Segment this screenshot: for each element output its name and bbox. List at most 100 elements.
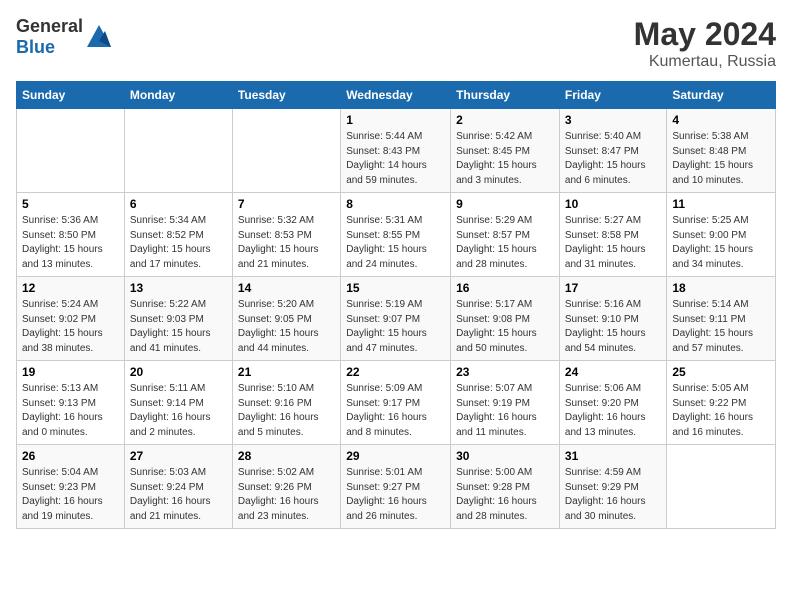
day-info: Sunrise: 5:24 AMSunset: 9:02 PMDaylight:…: [22, 298, 119, 356]
day-number: 25: [672, 365, 770, 379]
week-row-5: 26 Sunrise: 5:04 AMSunset: 9:23 PMDayligh…: [17, 445, 776, 529]
day-info: Sunrise: 5:42 AMSunset: 8:45 PMDaylight:…: [456, 130, 554, 188]
day-info: Sunrise: 5:14 AMSunset: 9:11 PMDaylight:…: [672, 298, 770, 356]
day-info: Sunrise: 5:13 AMSunset: 9:13 PMDaylight:…: [22, 382, 119, 440]
header-day-thursday: Thursday: [451, 82, 560, 109]
calendar-cell: 14 Sunrise: 5:20 AMSunset: 9:05 PMDayligh…: [232, 277, 340, 361]
day-info: Sunrise: 5:20 AMSunset: 9:05 PMDaylight:…: [238, 298, 335, 356]
header-day-saturday: Saturday: [667, 82, 776, 109]
calendar-cell: 1 Sunrise: 5:44 AMSunset: 8:43 PMDaylight…: [341, 109, 451, 193]
day-info: Sunrise: 5:29 AMSunset: 8:57 PMDaylight:…: [456, 214, 554, 272]
calendar-cell: 22Sunrise: 5:09 AMSunset: 9:17 PMDayligh…: [341, 361, 451, 445]
day-number: 13: [130, 281, 227, 295]
calendar-header: SundayMondayTuesdayWednesdayThursdayFrid…: [17, 82, 776, 109]
calendar-cell: 9 Sunrise: 5:29 AMSunset: 8:57 PMDaylight…: [451, 193, 560, 277]
calendar-cell: [232, 109, 340, 193]
calendar-cell: 13 Sunrise: 5:22 AMSunset: 9:03 PMDayligh…: [124, 277, 232, 361]
day-info: Sunrise: 5:11 AMSunset: 9:14 PMDaylight:…: [130, 382, 227, 440]
day-number: 26: [22, 449, 119, 463]
header-day-tuesday: Tuesday: [232, 82, 340, 109]
day-number: 9: [456, 197, 554, 211]
calendar-table: SundayMondayTuesdayWednesdayThursdayFrid…: [16, 81, 776, 529]
calendar-cell: 2 Sunrise: 5:42 AMSunset: 8:45 PMDaylight…: [451, 109, 560, 193]
day-info: Sunrise: 5:06 AMSunset: 9:20 PMDaylight:…: [565, 382, 661, 440]
day-info: Sunrise: 5:04 AMSunset: 9:23 PMDaylight:…: [22, 466, 119, 524]
day-info: Sunrise: 5:00 AMSunset: 9:28 PMDaylight:…: [456, 466, 554, 524]
day-number: 23: [456, 365, 554, 379]
day-number: 7: [238, 197, 335, 211]
calendar-cell: 12 Sunrise: 5:24 AMSunset: 9:02 PMDayligh…: [17, 277, 125, 361]
header-day-wednesday: Wednesday: [341, 82, 451, 109]
day-number: 1: [346, 113, 445, 127]
day-number: 29: [346, 449, 445, 463]
day-number: 16: [456, 281, 554, 295]
day-info: Sunrise: 5:31 AMSunset: 8:55 PMDaylight:…: [346, 214, 445, 272]
calendar-cell: 20Sunrise: 5:11 AMSunset: 9:14 PMDayligh…: [124, 361, 232, 445]
day-info: Sunrise: 5:34 AMSunset: 8:52 PMDaylight:…: [130, 214, 227, 272]
calendar-cell: 18 Sunrise: 5:14 AMSunset: 9:11 PMDayligh…: [667, 277, 776, 361]
day-number: 28: [238, 449, 335, 463]
day-number: 17: [565, 281, 661, 295]
day-number: 10: [565, 197, 661, 211]
calendar-cell: 28Sunrise: 5:02 AMSunset: 9:26 PMDayligh…: [232, 445, 340, 529]
day-number: 6: [130, 197, 227, 211]
week-row-4: 19 Sunrise: 5:13 AMSunset: 9:13 PMDayligh…: [17, 361, 776, 445]
day-info: Sunrise: 5:22 AMSunset: 9:03 PMDaylight:…: [130, 298, 227, 356]
calendar-cell: 25 Sunrise: 5:05 AMSunset: 9:22 PMDayligh…: [667, 361, 776, 445]
calendar-cell: 8Sunrise: 5:31 AMSunset: 8:55 PMDaylight…: [341, 193, 451, 277]
day-info: Sunrise: 5:03 AMSunset: 9:24 PMDaylight:…: [130, 466, 227, 524]
logo-icon: [85, 23, 113, 51]
day-number: 19: [22, 365, 119, 379]
calendar-cell: 30 Sunrise: 5:00 AMSunset: 9:28 PMDayligh…: [451, 445, 560, 529]
logo-blue: Blue: [16, 37, 55, 57]
calendar-cell: 23Sunrise: 5:07 AMSunset: 9:19 PMDayligh…: [451, 361, 560, 445]
calendar-cell: 11 Sunrise: 5:25 AMSunset: 9:00 PMDayligh…: [667, 193, 776, 277]
calendar-cell: 17 Sunrise: 5:16 AMSunset: 9:10 PMDayligh…: [559, 277, 666, 361]
calendar-cell: 5Sunrise: 5:36 AMSunset: 8:50 PMDaylight…: [17, 193, 125, 277]
day-info: Sunrise: 5:27 AMSunset: 8:58 PMDaylight:…: [565, 214, 661, 272]
title-block: May 2024 Kumertau, Russia: [634, 16, 776, 71]
week-row-3: 12 Sunrise: 5:24 AMSunset: 9:02 PMDayligh…: [17, 277, 776, 361]
calendar-cell: 24 Sunrise: 5:06 AMSunset: 9:20 PMDayligh…: [559, 361, 666, 445]
day-info: Sunrise: 5:17 AMSunset: 9:08 PMDaylight:…: [456, 298, 554, 356]
header-row: SundayMondayTuesdayWednesdayThursdayFrid…: [17, 82, 776, 109]
page-header: General Blue May 2024 Kumertau, Russia: [16, 16, 776, 71]
day-number: 3: [565, 113, 661, 127]
day-info: Sunrise: 5:19 AMSunset: 9:07 PMDaylight:…: [346, 298, 445, 356]
day-number: 12: [22, 281, 119, 295]
location: Kumertau, Russia: [634, 53, 776, 71]
calendar-cell: [667, 445, 776, 529]
day-info: Sunrise: 5:16 AMSunset: 9:10 PMDaylight:…: [565, 298, 661, 356]
day-number: 30: [456, 449, 554, 463]
day-number: 2: [456, 113, 554, 127]
header-day-friday: Friday: [559, 82, 666, 109]
day-number: 24: [565, 365, 661, 379]
day-info: Sunrise: 5:25 AMSunset: 9:00 PMDaylight:…: [672, 214, 770, 272]
day-number: 11: [672, 197, 770, 211]
calendar-cell: 4Sunrise: 5:38 AMSunset: 8:48 PMDaylight…: [667, 109, 776, 193]
day-info: Sunrise: 5:44 AMSunset: 8:43 PMDaylight:…: [346, 130, 445, 188]
calendar-cell: 7Sunrise: 5:32 AMSunset: 8:53 PMDaylight…: [232, 193, 340, 277]
day-info: Sunrise: 5:10 AMSunset: 9:16 PMDaylight:…: [238, 382, 335, 440]
day-number: 22: [346, 365, 445, 379]
calendar-cell: 3Sunrise: 5:40 AMSunset: 8:47 PMDaylight…: [559, 109, 666, 193]
week-row-2: 5Sunrise: 5:36 AMSunset: 8:50 PMDaylight…: [17, 193, 776, 277]
month-year: May 2024: [634, 16, 776, 53]
day-number: 18: [672, 281, 770, 295]
day-info: Sunrise: 4:59 AMSunset: 9:29 PMDaylight:…: [565, 466, 661, 524]
header-day-sunday: Sunday: [17, 82, 125, 109]
day-number: 27: [130, 449, 227, 463]
day-number: 31: [565, 449, 661, 463]
day-info: Sunrise: 5:38 AMSunset: 8:48 PMDaylight:…: [672, 130, 770, 188]
day-number: 21: [238, 365, 335, 379]
calendar-cell: 21 Sunrise: 5:10 AMSunset: 9:16 PMDayligh…: [232, 361, 340, 445]
logo-text: General Blue: [16, 16, 83, 58]
logo-general: General: [16, 16, 83, 36]
day-info: Sunrise: 5:05 AMSunset: 9:22 PMDaylight:…: [672, 382, 770, 440]
header-day-monday: Monday: [124, 82, 232, 109]
week-row-1: 1 Sunrise: 5:44 AMSunset: 8:43 PMDaylight…: [17, 109, 776, 193]
calendar-cell: [124, 109, 232, 193]
day-number: 14: [238, 281, 335, 295]
logo: General Blue: [16, 16, 113, 58]
calendar-cell: 31 Sunrise: 4:59 AMSunset: 9:29 PMDayligh…: [559, 445, 666, 529]
